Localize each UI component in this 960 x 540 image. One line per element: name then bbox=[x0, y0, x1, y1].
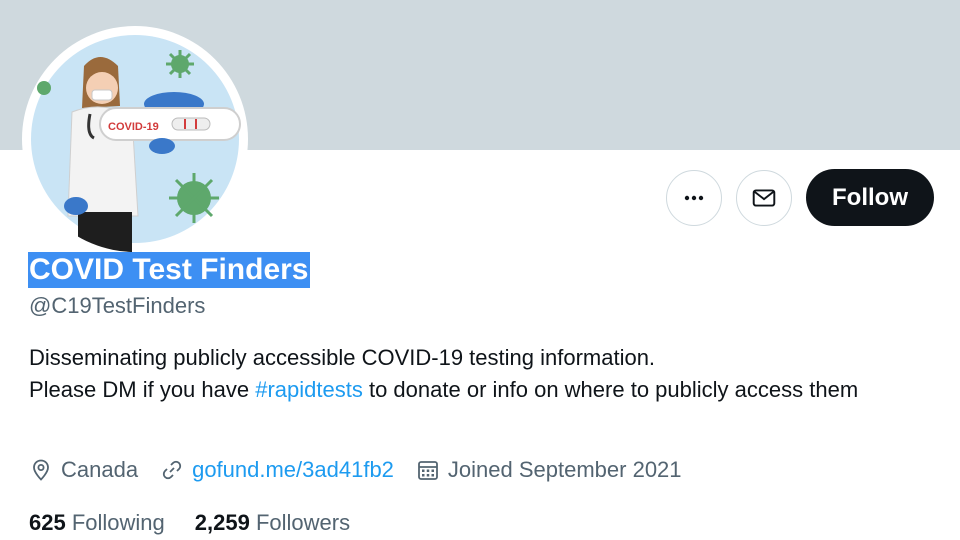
following-count: 625 bbox=[29, 510, 66, 535]
following-stat[interactable]: 625 Following bbox=[29, 508, 165, 538]
location-text: Canada bbox=[61, 457, 139, 482]
avatar-illustration: COVID-19 bbox=[31, 35, 241, 252]
profile-avatar[interactable]: COVID-19 bbox=[22, 26, 248, 252]
calendar-icon bbox=[418, 461, 438, 480]
followers-label: Followers bbox=[255, 510, 351, 535]
following-label: Following bbox=[71, 510, 165, 535]
joined-item: Joined September 2021 bbox=[416, 455, 682, 485]
profile-handle: @C19TestFinders bbox=[29, 293, 206, 318]
bio-hashtag-link[interactable]: #rapidtests bbox=[255, 377, 363, 402]
location-item: Canada bbox=[29, 455, 138, 485]
follow-button[interactable]: Follow bbox=[806, 169, 934, 226]
joined-text: Joined September 2021 bbox=[447, 457, 682, 482]
followers-count: 2,259 bbox=[194, 510, 250, 535]
followers-stat[interactable]: 2,259 Followers bbox=[195, 508, 350, 538]
message-button[interactable] bbox=[736, 169, 792, 226]
bio-line-1: Disseminating publicly accessible COVID-… bbox=[29, 345, 656, 370]
bio-line-2-post: to donate or info on where to publicly a… bbox=[362, 377, 859, 402]
more-button[interactable] bbox=[666, 169, 722, 226]
profile-name: COVID Test Finders bbox=[28, 252, 310, 288]
more-dots-icon bbox=[684, 195, 704, 200]
profile-meta: Canada gofund.me/3ad41fb2 Joined Septemb… bbox=[29, 455, 704, 485]
bio-line-2-pre: Please DM if you have bbox=[29, 377, 256, 402]
location-pin-icon bbox=[33, 459, 49, 481]
link-icon bbox=[162, 460, 182, 480]
envelope-icon bbox=[752, 188, 776, 207]
avatar-badge-text: COVID-19 bbox=[108, 121, 159, 133]
profile-actions: Follow bbox=[666, 169, 934, 226]
website-link[interactable]: gofund.me/3ad41fb2 bbox=[192, 455, 394, 485]
profile-bio: Disseminating publicly accessible COVID-… bbox=[29, 342, 929, 406]
website-item[interactable]: gofund.me/3ad41fb2 bbox=[160, 455, 394, 485]
profile-stats: 625 Following 2,259 Followers bbox=[29, 508, 380, 538]
